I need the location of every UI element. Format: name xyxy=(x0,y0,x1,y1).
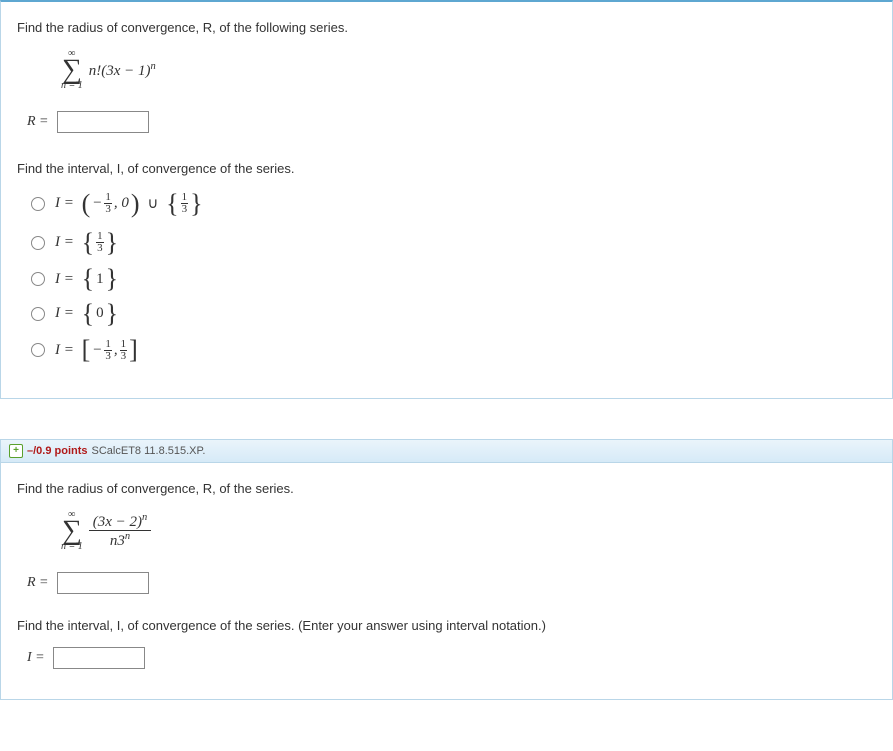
radio-icon[interactable] xyxy=(31,236,45,250)
expand-icon[interactable]: + xyxy=(9,444,23,458)
option-1[interactable]: I = ( − 13 , 0 ) ∪ { 13 } xyxy=(31,192,876,215)
interval-options: I = ( − 13 , 0 ) ∪ { 13 } I = { 13 } xyxy=(31,192,876,361)
option-4[interactable]: I = { 0 } xyxy=(31,305,876,323)
i-input[interactable] xyxy=(53,647,145,669)
q1-prompt-radius: Find the radius of convergence, R, of th… xyxy=(17,20,876,35)
r-input[interactable] xyxy=(57,111,149,133)
radio-icon[interactable] xyxy=(31,307,45,321)
q2-i-answer-row: I = xyxy=(27,647,876,669)
q2-r-answer-row: R = xyxy=(27,572,876,594)
option-2-math: I = { 13 } xyxy=(55,231,118,254)
option-5-math: I = [ − 13 , 13 ] xyxy=(55,339,138,362)
question-1: Find the radius of convergence, R, of th… xyxy=(0,0,893,399)
points-label: –/0.9 points xyxy=(27,445,88,457)
option-4-math: I = { 0 } xyxy=(55,305,118,323)
r-label: R = xyxy=(27,575,49,591)
option-5[interactable]: I = [ − 13 , 13 ] xyxy=(31,339,876,362)
q2-series-formula: ∞ ∑ n = 1 (3x − 2)n n3n xyxy=(61,510,876,552)
q1-prompt-interval: Find the interval, I, of convergence of … xyxy=(17,161,876,176)
q1-r-answer-row: R = xyxy=(27,111,876,133)
sigma-symbol: ∞ ∑ n = 1 xyxy=(61,510,83,552)
r-label: R = xyxy=(27,114,49,130)
option-3-math: I = { 1 } xyxy=(55,270,118,288)
sigma-icon: ∑ xyxy=(62,59,82,81)
sigma-icon: ∑ xyxy=(62,520,82,542)
option-3[interactable]: I = { 1 } xyxy=(31,270,876,288)
sigma-symbol: ∞ ∑ n = 1 xyxy=(61,49,83,91)
series-body: n!(3x − 1)n xyxy=(89,61,156,80)
series-fraction: (3x − 2)n n3n xyxy=(89,512,152,550)
question-2-header: + –/0.9 points SCalcET8 11.8.515.XP. xyxy=(0,439,893,462)
i-label: I = xyxy=(27,650,45,666)
question-2: Find the radius of convergence, R, of th… xyxy=(0,462,893,700)
option-2[interactable]: I = { 13 } xyxy=(31,231,876,254)
q2-prompt-interval: Find the interval, I, of convergence of … xyxy=(17,618,876,633)
sigma-lower: n = 1 xyxy=(61,81,83,91)
radio-icon[interactable] xyxy=(31,197,45,211)
source-label: SCalcET8 11.8.515.XP. xyxy=(92,445,206,457)
option-1-math: I = ( − 13 , 0 ) ∪ { 13 } xyxy=(55,192,203,215)
sigma-lower: n = 1 xyxy=(61,542,83,552)
q1-series-formula: ∞ ∑ n = 1 n!(3x − 1)n xyxy=(61,49,876,91)
radio-icon[interactable] xyxy=(31,343,45,357)
q2-prompt-radius: Find the radius of convergence, R, of th… xyxy=(17,481,876,496)
radio-icon[interactable] xyxy=(31,272,45,286)
r-input[interactable] xyxy=(57,572,149,594)
